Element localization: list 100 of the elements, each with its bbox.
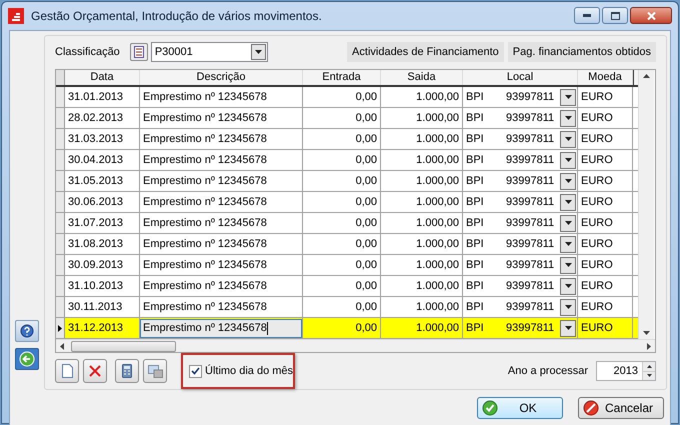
account-cell-text: 93997811 [506,110,556,126]
table-row[interactable]: 30.04.2013 Emprestimo nº 12345678 0,00 1.000,00 BPI 93997811 EURO [56,150,638,171]
account-cell-text: 93997811 [506,174,556,189]
cancel-button[interactable]: Cancelar [578,397,664,419]
bank-cell-text: BPI [466,320,485,336]
row-selector[interactable] [56,318,65,338]
cancel-icon [583,400,599,416]
table-cell: 1.000,00 [381,297,463,317]
table-cell: EURO [578,276,633,296]
table-cell: 1.000,00 [381,87,463,107]
local-dropdown-button[interactable] [560,88,576,106]
document-icon [62,364,72,378]
scroll-thumb[interactable] [71,340,176,352]
dropdown-arrow-icon [564,116,572,120]
table-cell-text: Emprestimo nº 12345678 [142,258,268,273]
table-cell: 31.10.2013 [65,276,140,296]
table-row[interactable]: 30.06.2013 Emprestimo nº 12345678 0,00 1.000,00 BPI 93997811 EURO [56,192,638,213]
close-button[interactable] [630,7,672,24]
classification-field[interactable]: P30001 [150,42,268,62]
dropdown-arrow-icon [564,158,572,162]
help-button[interactable] [15,320,39,342]
app-logo-icon [8,8,24,24]
vertical-scrollbar[interactable] [638,70,654,339]
local-dropdown-button[interactable] [560,152,576,168]
table-cell: 31.08.2013 [65,234,140,254]
table-row[interactable]: 31.10.2013 Emprestimo nº 12345678 0,00 1.000,00 BPI 93997811 EURO [56,276,638,297]
description-input[interactable]: Emprestimo nº 12345678 [140,318,302,338]
back-button[interactable] [15,348,39,370]
table-cell: 30.11.2013 [65,297,140,317]
window-button[interactable] [143,359,167,383]
table-cell: EURO [578,108,633,128]
table-cell: 0,00 [303,318,381,338]
table-cell-text: Emprestimo nº 12345678 [142,194,268,210]
calculator-button[interactable] [115,359,139,383]
table-row[interactable]: 31.12.2013 Emprestimo nº 12345678 0,00 1.000,00 BPI 93997811 EURO [56,318,638,339]
local-dropdown-button[interactable] [560,130,576,148]
maximize-button[interactable] [602,7,628,24]
table-cell: 1.000,00 [381,318,463,338]
delete-icon [89,365,101,377]
table-cell-text: Emprestimo nº 12345678 [142,300,268,315]
local-dropdown-button[interactable] [560,214,576,232]
local-dropdown-button[interactable] [560,278,576,294]
table-cell: 1.000,00 [381,171,463,191]
table-cell: 0,00 [303,87,381,107]
local-dropdown-button[interactable] [560,236,576,252]
local-dropdown-button[interactable] [560,110,576,126]
local-dropdown-button[interactable] [560,298,576,316]
classification-lookup-button[interactable] [130,43,148,61]
table-cell-text: Emprestimo nº 12345678 [142,110,268,126]
minimize-button[interactable] [574,7,600,24]
dropdown-arrow-icon [254,50,262,54]
table-cell: 0,00 [303,150,381,170]
table-cell: EURO [578,150,633,170]
table-row[interactable]: 28.02.2013 Emprestimo nº 12345678 0,00 1.000,00 BPI 93997811 EURO [56,108,638,129]
table-cell: 0,00 [303,192,381,212]
column-header[interactable]: Moeda [578,70,633,85]
table-cell: 31.07.2013 [65,213,140,233]
column-header[interactable]: Saida [381,70,463,85]
local-dropdown-button[interactable] [560,194,576,210]
dropdown-arrow-icon [564,263,572,267]
table-row[interactable]: 31.05.2013 Emprestimo nº 12345678 0,00 1.000,00 BPI 93997811 EURO [56,171,638,192]
table-cell: 0,00 [303,171,381,191]
ok-button[interactable]: OK [477,397,563,419]
local-dropdown-button[interactable] [560,320,576,336]
table-cell: 1.000,00 [381,108,463,128]
table-row[interactable]: 31.01.2013 Emprestimo nº 12345678 0,00 1.000,00 BPI 93997811 EURO [56,87,638,108]
spin-down-icon [646,374,652,378]
delete-button[interactable] [83,359,107,383]
column-header[interactable]: Data [65,70,140,85]
local-dropdown-button[interactable] [560,256,576,274]
dropdown-arrow-icon [564,221,572,225]
account-cell-text: 93997811 [506,132,556,147]
horizontal-scrollbar[interactable] [56,339,655,352]
new-button[interactable] [55,359,79,383]
local-dropdown-button[interactable] [560,172,576,190]
table-row[interactable]: 31.08.2013 Emprestimo nº 12345678 0,00 1.000,00 BPI 93997811 EURO [56,234,638,255]
scroll-left-icon [60,342,64,350]
table-cell-text: Emprestimo nº 12345678 [142,90,268,105]
dropdown-arrow-icon [564,179,572,183]
info-label: Pag. financiamentos obtidos [508,42,656,62]
column-header[interactable]: Descrição [140,70,303,85]
table-row[interactable]: 31.03.2013 Emprestimo nº 12345678 0,00 1.000,00 BPI 93997811 EURO [56,129,638,150]
table-cell-text: Emprestimo nº 12345678 [142,216,268,231]
account-cell-text: 93997811 [506,278,556,294]
calculator-icon [122,364,132,378]
table-cell: EURO [578,129,633,149]
year-spinner[interactable]: 2013 [596,361,656,381]
bank-cell-text: BPI [466,110,485,126]
account-cell-text: 93997811 [506,194,556,210]
table-cell: EURO [578,234,633,254]
account-cell-text: 93997811 [506,236,556,252]
table-row[interactable]: 30.09.2013 Emprestimo nº 12345678 0,00 1.000,00 BPI 93997811 EURO [56,255,638,276]
column-header[interactable]: Local [463,70,578,85]
table-row[interactable]: 30.11.2013 Emprestimo nº 12345678 0,00 1.000,00 BPI 93997811 EURO [56,297,638,318]
bank-cell-text: BPI [466,174,485,189]
account-cell-text: 93997811 [506,320,556,336]
table-row[interactable]: 31.07.2013 Emprestimo nº 12345678 0,00 1.000,00 BPI 93997811 EURO [56,213,638,234]
table-cell: 1.000,00 [381,129,463,149]
column-header[interactable]: Entrada [303,70,381,85]
last-day-checkbox[interactable]: Último dia do mês [189,362,294,380]
